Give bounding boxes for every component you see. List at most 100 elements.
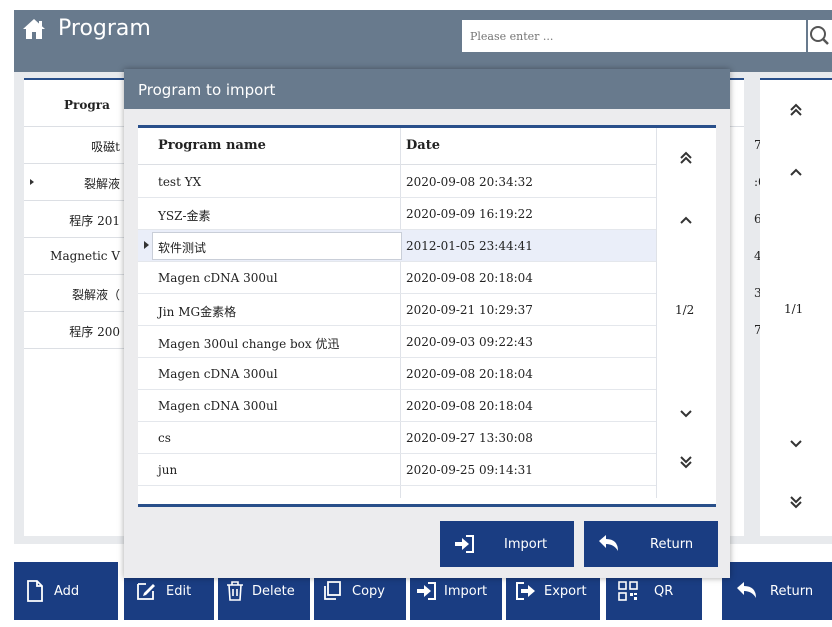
program-date: 2020-09-27 13:30:08: [406, 431, 533, 445]
program-date: 2020-09-21 10:29:37: [406, 303, 533, 317]
qr-code-icon: [618, 581, 638, 601]
program-date: 2020-09-08 20:18:04: [406, 367, 533, 381]
export-icon: [516, 582, 535, 600]
double-chevron-up-icon: [680, 151, 692, 164]
program-name: cs: [158, 431, 171, 445]
chevron-down-icon: [790, 440, 802, 448]
table-row[interactable]: Magen cDNA 300ul 2020-09-08 20:18:04: [138, 262, 656, 294]
copy-label: Copy: [352, 583, 385, 599]
export-label: Export: [544, 583, 587, 599]
program-name: Jin MG金素格: [158, 305, 237, 319]
search-input[interactable]: [462, 20, 806, 52]
table-row[interactable]: Magnetic V: [24, 238, 124, 275]
program-name: 裂解液（: [71, 288, 120, 302]
double-chevron-down-icon: [790, 496, 802, 509]
dialog-next-page-button[interactable]: [666, 400, 706, 428]
row-date: 6: [754, 212, 762, 226]
return-label: Return: [770, 583, 814, 599]
table-row[interactable]: test YX 2020-09-08 20:34:32: [138, 166, 656, 198]
first-page-button[interactable]: [776, 96, 816, 124]
page-navigation: 1/1: [760, 78, 832, 536]
program-name: 程序 201: [69, 214, 120, 228]
program-name: 程序 200: [69, 325, 120, 339]
copy-icon: [324, 581, 341, 600]
dialog-import-button[interactable]: Import: [440, 521, 574, 567]
table-row[interactable]: Magen cDNA 300ul 2020-09-08 20:18:04: [138, 390, 656, 422]
program-date: 2020-09-03 09:22:43: [406, 335, 533, 349]
table-row[interactable]: Magen 300ul change box 优迅 2020-09-03 09:2…: [138, 326, 656, 358]
return-button[interactable]: Return: [722, 562, 832, 620]
program-date: 2012-01-05 23:44:41: [406, 239, 533, 253]
program-name: Magen cDNA 300ul: [158, 367, 278, 381]
page-indicator: 1/1: [784, 302, 804, 316]
table-row[interactable]: 程序 200: [24, 312, 124, 349]
delete-label: Delete: [252, 583, 295, 599]
program-name-header: Progra: [64, 98, 110, 112]
dialog-page-indicator: 1/2: [675, 303, 695, 317]
import-program-table: Program name Date test YX 2020-09-08 20:3…: [138, 125, 716, 507]
double-chevron-up-icon: [790, 103, 802, 116]
row-pointer-icon: [144, 241, 149, 249]
dialog-header: Program to import: [124, 69, 730, 109]
edit-icon: [137, 583, 155, 600]
last-page-button[interactable]: [776, 488, 816, 516]
double-chevron-down-icon: [680, 456, 692, 469]
chevron-down-icon: [680, 410, 692, 418]
row-date: 7: [754, 138, 762, 152]
table-row[interactable]: Jin MG金素格 2020-09-21 10:29:37: [138, 294, 656, 326]
program-name: 吸磁t: [91, 140, 120, 154]
row-date: :0: [730, 164, 766, 201]
table-row[interactable]: 程序 201: [24, 201, 124, 238]
program-name: YSZ-金素: [158, 209, 211, 223]
import-icon: [417, 582, 436, 600]
program-name: Magnetic V: [50, 249, 120, 263]
program-name: 软件测试: [158, 241, 207, 255]
dialog-import-label: Import: [504, 536, 548, 552]
import-icon: [455, 535, 474, 553]
page-title: Program: [58, 16, 151, 41]
add-button[interactable]: Add: [14, 562, 118, 620]
return-arrow-icon: [599, 535, 618, 551]
home-icon[interactable]: [22, 18, 46, 40]
return-arrow-icon: [737, 582, 756, 598]
table-row[interactable]: 裂解液（: [24, 275, 124, 312]
table-row[interactable]: Magen cDNA 300ul 2020-09-08 20:18:04: [138, 358, 656, 390]
import-label: Import: [444, 583, 488, 599]
search-icon: [810, 26, 829, 45]
row-date: 4: [754, 249, 762, 263]
chevron-up-icon: [790, 168, 802, 176]
dialog-return-button[interactable]: Return: [584, 521, 718, 567]
table-row[interactable]: 裂解液: [24, 164, 124, 201]
edit-label: Edit: [166, 583, 192, 599]
program-date: 2020-09-25 09:14:31: [406, 463, 533, 477]
program-name: 裂解液: [83, 177, 120, 191]
dialog-last-page-button[interactable]: [666, 448, 706, 476]
dialog-return-label: Return: [650, 536, 694, 552]
chevron-up-icon: [680, 216, 692, 224]
table-row-selected[interactable]: 软件测试 2012-01-05 23:44:41: [138, 230, 656, 262]
table-row[interactable]: cs 2020-09-27 13:30:08: [138, 422, 656, 454]
table-row[interactable]: 吸磁t: [24, 127, 124, 164]
program-date: 2020-09-08 20:18:04: [406, 399, 533, 413]
trash-icon: [227, 581, 243, 601]
row-date: 7: [754, 323, 762, 337]
row-pointer-icon: [30, 179, 34, 185]
next-page-button[interactable]: [776, 430, 816, 458]
prev-page-button[interactable]: [776, 158, 816, 186]
program-date: 2020-09-08 20:34:32: [406, 175, 533, 189]
program-name: jun: [158, 463, 178, 477]
program-date: 2020-09-08 20:18:04: [406, 271, 533, 285]
dialog-first-page-button[interactable]: [666, 144, 706, 172]
row-date: 3: [754, 286, 762, 300]
program-name: Magen 300ul change box 优迅: [158, 337, 340, 351]
file-add-icon: [27, 580, 43, 602]
program-name: Magen cDNA 300ul: [158, 399, 278, 413]
qr-label: QR: [654, 583, 674, 599]
search-button[interactable]: [808, 20, 832, 52]
import-program-dialog: Program to import Program name Date test…: [124, 69, 730, 578]
dialog-prev-page-button[interactable]: [666, 206, 706, 234]
program-date: 2020-09-09 16:19:22: [406, 207, 533, 221]
add-label: Add: [54, 583, 80, 599]
table-row[interactable]: YSZ-金素 2020-09-09 16:19:22: [138, 198, 656, 230]
table-row[interactable]: jun 2020-09-25 09:14:31: [138, 454, 656, 486]
